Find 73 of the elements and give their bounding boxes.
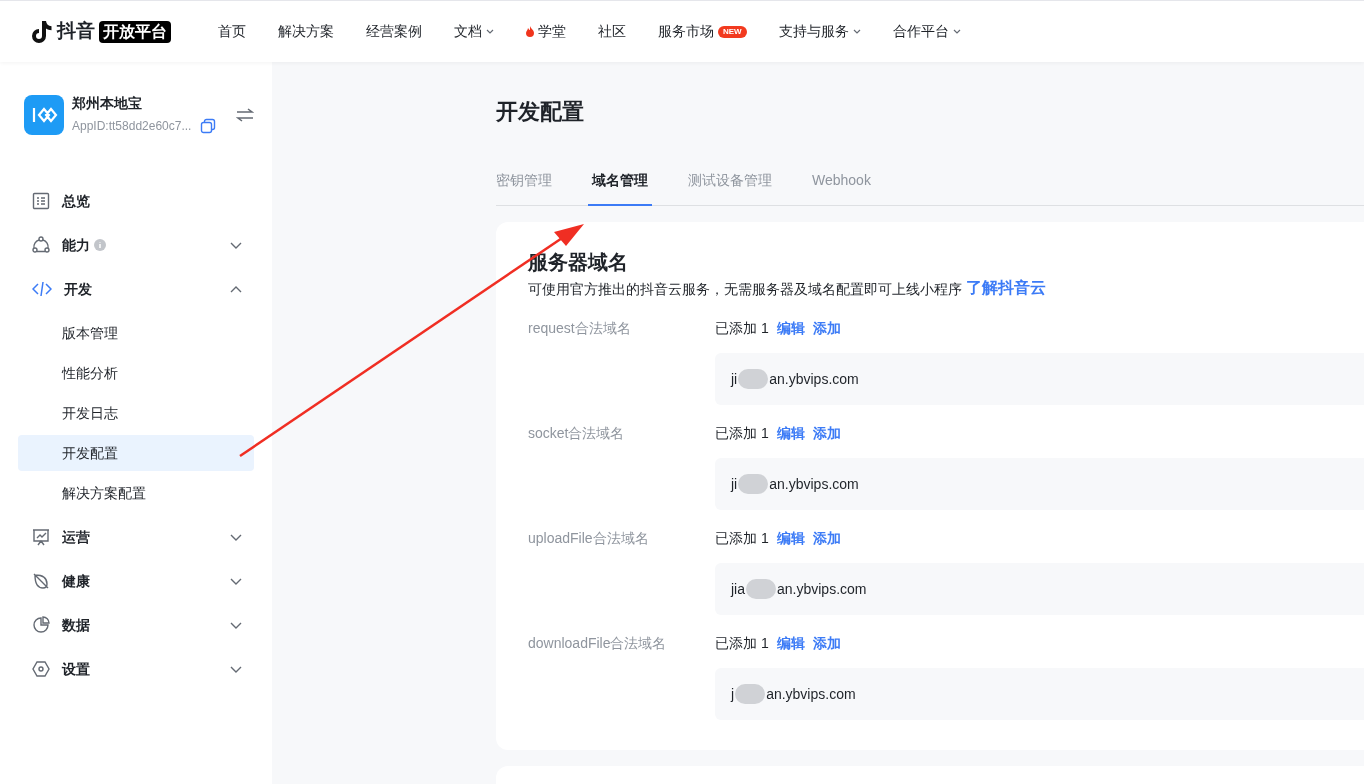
sidebar-item[interactable]: 健康 [18, 559, 254, 603]
tab[interactable]: 域名管理 [588, 166, 652, 206]
action-link[interactable]: 添加 [812, 422, 841, 444]
domain-text: an.ybvips.com [769, 369, 859, 389]
learn-more-link[interactable]: 了解抖音云 [966, 276, 1046, 300]
nav-link[interactable]: 合作平台 [892, 21, 961, 42]
app-name: 郑州本地宝 [72, 94, 143, 113]
sidebar-item[interactable]: 数据 [18, 603, 254, 647]
tiktok-note-icon [31, 19, 53, 44]
brand-name: 抖音 [57, 19, 95, 44]
brand-tag: 开放平台 [99, 20, 171, 43]
redaction-mask [735, 684, 766, 704]
nodes-icon [32, 236, 50, 254]
sidebar-subitem[interactable]: 解决方案配置 [18, 475, 254, 511]
caret-icon [852, 28, 861, 35]
flame-icon [526, 26, 534, 37]
added-count: 已添加 1 [715, 318, 769, 338]
action-link[interactable]: 添加 [812, 632, 841, 654]
app-id: AppID:tt58dd2e60c7... [72, 118, 192, 135]
sidebar-subitem[interactable]: 性能分析 [18, 355, 254, 391]
nav-link[interactable]: 首页 [218, 21, 246, 42]
sidebar-subitem[interactable]: 开发配置 [18, 435, 254, 471]
chart-board-icon [32, 528, 50, 546]
copy-icon[interactable] [200, 117, 216, 134]
sidebar-item[interactable]: 能力 [18, 223, 254, 267]
nav-link[interactable]: 经营案例 [366, 21, 422, 42]
sidebar-subitem[interactable]: 版本管理 [18, 315, 254, 351]
pie-icon [32, 616, 50, 634]
redaction-mask [746, 579, 776, 599]
action-link[interactable]: 编辑 [776, 317, 805, 339]
caret-icon [486, 28, 494, 35]
domain-text: j [731, 684, 735, 704]
action-link[interactable]: 添加 [812, 317, 841, 339]
field-label: socket合法域名 [528, 423, 626, 443]
sidebar-item[interactable]: 开发 [18, 267, 254, 311]
new-badge: NEW [718, 25, 747, 38]
sidebar-item[interactable]: 总览 [18, 179, 254, 223]
field-label: uploadFile合法域名 [528, 528, 650, 548]
domain-text: ji [731, 474, 738, 494]
domain-text: ji [731, 369, 738, 389]
page-title: 开发配置 [496, 98, 585, 126]
sidebar-subitem[interactable]: 开发日志 [18, 395, 254, 431]
code-icon [32, 280, 52, 298]
added-count: 已添加 1 [715, 633, 769, 653]
switch-icon[interactable] [236, 106, 254, 123]
nav-link[interactable]: 解决方案 [278, 21, 334, 42]
redaction-mask [738, 369, 769, 389]
nav-link[interactable]: 文档 [454, 21, 494, 42]
sidebar-item[interactable]: 运营 [18, 515, 254, 559]
domain-text: an.ybvips.com [777, 579, 867, 599]
domain-text: jia [731, 579, 745, 599]
field-label: downloadFile合法域名 [528, 633, 668, 653]
list-icon [32, 192, 50, 210]
nav-link[interactable]: 社区 [598, 21, 626, 42]
section-note: 可使用官方推出的抖音云服务，无需服务器及域名配置即可上线小程序 [528, 279, 962, 299]
domain-text: an.ybvips.com [769, 474, 859, 494]
added-count: 已添加 1 [715, 423, 769, 443]
leaf-icon [32, 572, 50, 590]
action-link[interactable]: 编辑 [776, 632, 805, 654]
hexagon-icon [32, 660, 50, 678]
field-label: request合法域名 [528, 318, 632, 338]
action-link[interactable]: 编辑 [776, 527, 805, 549]
domain-text: an.ybvips.com [766, 684, 856, 704]
action-link[interactable]: 添加 [812, 527, 841, 549]
redaction-mask [738, 474, 769, 494]
sidebar-item[interactable]: 设置 [18, 647, 254, 691]
added-count: 已添加 1 [715, 528, 769, 548]
nav-link[interactable]: 服务市场 NEW [658, 21, 747, 42]
action-link[interactable]: 编辑 [776, 422, 805, 444]
nav-link[interactable]: 支持与服务 [778, 21, 861, 42]
rings-icon [30, 105, 58, 124]
caret-icon [952, 28, 961, 35]
nav-link[interactable]: 学堂 [526, 21, 566, 42]
